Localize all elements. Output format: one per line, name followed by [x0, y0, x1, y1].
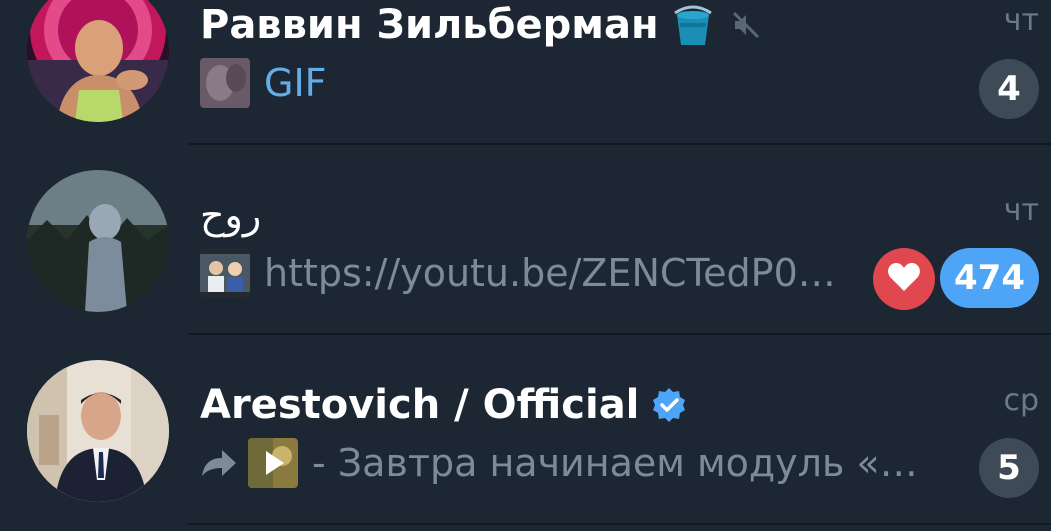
preview-line: https://youtu.be/ZENCTedP0E... [200, 245, 856, 301]
unread-badge: 4 [979, 59, 1039, 119]
preview-line: - Завтра начинаем модуль «Ис... [200, 435, 932, 491]
preview-line: GIF [200, 55, 327, 111]
title-line: Arestovich / Official [200, 375, 687, 435]
chat-row-arestovich[interactable]: Arestovich / Official ср - Завтра начина… [0, 335, 1051, 525]
avatar [27, 360, 169, 502]
chat-list: Раввин Зильберман чт GIF 4 روح чт https:… [0, 0, 1051, 531]
title-line: Раввин Зильберман [200, 0, 761, 55]
bucket-icon [669, 1, 717, 49]
chat-title: روح [200, 193, 262, 237]
muted-speaker-icon [731, 10, 761, 40]
chat-title: Arestovich / Official [200, 382, 640, 428]
chat-date: ср [1003, 383, 1039, 418]
unread-badge: 5 [979, 438, 1039, 498]
video-thumbnail [200, 248, 250, 298]
avatar [27, 0, 169, 122]
chat-row-ravvin[interactable]: Раввин Зильберман чт GIF 4 [0, 0, 1051, 145]
unread-badge: 474 [940, 248, 1039, 308]
chat-date: чт [1003, 193, 1039, 228]
heart-reaction-badge [873, 248, 935, 310]
chat-date: чт [1003, 3, 1039, 38]
preview-text: - Завтра начинаем модуль «Ис... [312, 441, 932, 485]
chat-row-ruh[interactable]: روح чт https://youtu.be/ZENCTedP0E... 47… [0, 145, 1051, 335]
avatar [27, 170, 169, 312]
preview-gif-label: GIF [264, 61, 327, 105]
title-line: روح [200, 185, 261, 245]
chat-title: Раввин Зильберман [200, 2, 659, 48]
forward-arrow-icon [200, 448, 238, 478]
preview-link: https://youtu.be/ZENCTedP0E... [264, 251, 856, 295]
heart-icon [887, 262, 921, 296]
gif-thumbnail [200, 58, 250, 108]
verified-badge-icon [651, 387, 687, 423]
divider [188, 523, 1051, 525]
video-thumbnail [248, 438, 298, 488]
